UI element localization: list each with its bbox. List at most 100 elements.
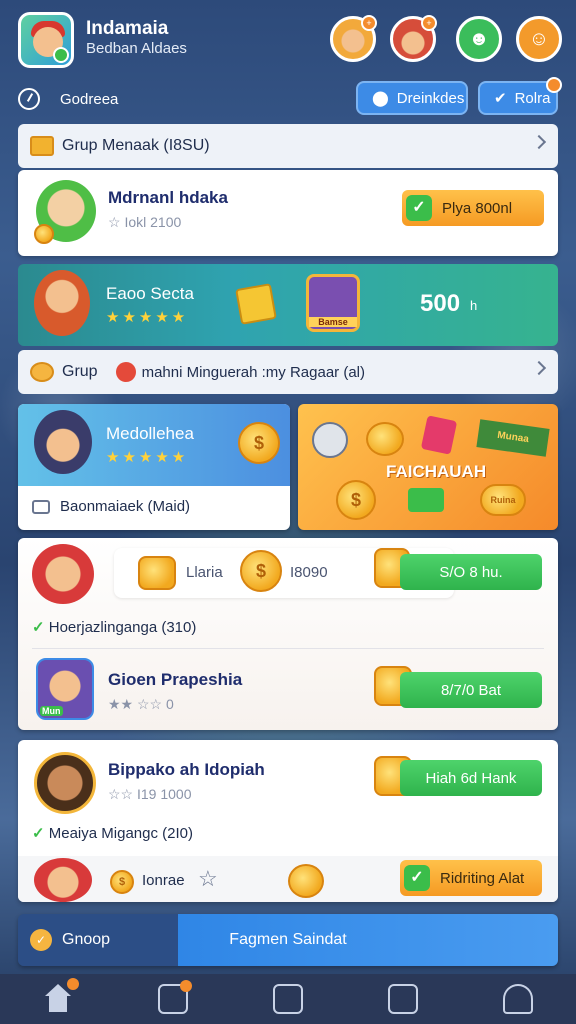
section-label: ✓ Hoerjazlinganga (310): [32, 618, 196, 636]
footer-left[interactable]: ✓ Gnoop: [18, 914, 178, 966]
group-label: Grup: [62, 363, 98, 380]
footer-left-label: Gnoop: [62, 931, 111, 948]
item-sub: ☆☆ I19 1000: [108, 786, 192, 802]
primary-action-button[interactable]: ⬤ Dreinkdes: [356, 81, 468, 115]
sun-coin-icon: $: [238, 422, 280, 464]
bottom-nav: [0, 974, 576, 1024]
item-name: Gioen Prapeshia: [108, 670, 243, 689]
notification-dot: [179, 980, 192, 992]
character-avatar: [34, 270, 90, 336]
character-avatar: [34, 752, 96, 814]
list-item[interactable]: Mdrnanl hdaka ☆ Iokl 2100 ✓ Plya 800nl: [18, 170, 558, 256]
profile-icon[interactable]: ☺: [516, 16, 562, 62]
tile-label: FAICHAUAH: [386, 462, 487, 481]
check-icon: ✓: [404, 865, 430, 891]
notification-dot: +: [361, 15, 377, 31]
item-name: Mdrnanl hdaka: [108, 188, 228, 207]
header: Indamaia Bedban Aldaes + + ☻ ☺: [0, 0, 576, 76]
play-button-label: Plya 800nl: [442, 199, 513, 217]
group-header-2[interactable]: Grup mahni Minguerah :my Ragaar (al): [18, 350, 558, 394]
app-icon[interactable]: [18, 12, 74, 68]
fire-icon: [115, 362, 136, 382]
box-icon: [32, 500, 50, 514]
folder-icon: [30, 136, 54, 156]
footer-center[interactable]: Fagmen Saindat: [178, 914, 558, 966]
drop-icon: ⬤: [372, 90, 389, 107]
check-icon: ✓: [32, 619, 49, 636]
claim-button[interactable]: Hiah 6d Hank: [400, 760, 542, 796]
tile-name: Medollehea: [106, 424, 194, 443]
check-icon: ✓: [32, 825, 49, 842]
footer-bar[interactable]: ✓ Gnoop Fagmen Saindat: [18, 914, 558, 966]
home-icon[interactable]: [43, 978, 79, 1014]
rating-stars: ★★★★★: [106, 449, 189, 466]
reward-value: I8090: [290, 564, 328, 581]
group-header-1[interactable]: Grup Menaak (I8SU): [18, 124, 558, 168]
banner-ribbon: Munaa: [476, 419, 550, 457]
ball-icon: [312, 422, 348, 458]
claim-button-label: 8/7/0 Bat: [440, 681, 502, 699]
friend-avatar-2[interactable]: +: [390, 15, 437, 62]
user-icon[interactable]: [503, 984, 534, 1014]
rewards-card: Llaria $ I8090 S/O 8 hu. ✓ Hoerjazlingan…: [18, 538, 558, 730]
primary-action-label: Dreinkdes: [396, 89, 465, 107]
play-button[interactable]: ✓ Plya 800nl: [402, 190, 544, 226]
secondary-action-button[interactable]: ✔ Rolra: [478, 77, 562, 115]
claim-button[interactable]: S/O 8 hu.: [400, 554, 542, 590]
claim-button-label: Hiah 6d Hank: [425, 769, 517, 787]
reward-button-label: Ridriting Alat: [440, 869, 525, 887]
check-icon: ✓: [30, 929, 52, 951]
notification-dot: [66, 978, 79, 990]
star-icon[interactable]: ☆: [198, 866, 218, 892]
item-sub: ☆ Iokl 2100: [108, 214, 182, 230]
status-row: Godreea: [18, 86, 118, 112]
notification-dot: [546, 77, 562, 93]
tile-footer: Baonmaiaek (Maid): [60, 498, 191, 515]
banner-name: Eaoo Secta: [106, 284, 194, 303]
group-detail: mahni Minguerah :my Ragaar (al): [141, 363, 366, 381]
tile-left[interactable]: Medollehea ★★★★★ $ Baonmaiaek (Maid): [18, 404, 290, 530]
chest-icon: [235, 283, 277, 325]
reward-label: Llaria: [186, 564, 223, 581]
clock-icon: [18, 88, 40, 110]
claim-button-label: S/O 8 hu.: [439, 563, 503, 581]
reward-label: Ionrae: [142, 872, 185, 889]
divider: [32, 648, 544, 649]
status-text: Godreea: [60, 90, 119, 108]
avatar-badge: Mun: [40, 706, 63, 716]
cash-icon: [408, 488, 444, 512]
friend-avatar-1[interactable]: +: [330, 15, 377, 62]
banner-unit: h: [470, 298, 478, 313]
tile-right[interactable]: Munaa FAICHAUAH $ Ruina: [298, 404, 558, 530]
music-card-icon: [420, 415, 458, 455]
section-text: Hoerjazlinganga (310): [48, 619, 197, 636]
banner-value: 500: [420, 290, 461, 317]
trophy-icon[interactable]: [388, 984, 419, 1014]
secondary-action-label: Rolra: [514, 89, 551, 107]
coin-icon: [34, 224, 54, 244]
group-label: Grup Menaak (I8SU): [62, 137, 210, 154]
footer-center-label: Fagmen Saindat: [229, 931, 347, 948]
check-icon: ✔: [494, 90, 507, 107]
claim-button[interactable]: 8/7/0 Bat: [400, 672, 542, 708]
reward-button[interactable]: ✓ Ridriting Alat: [400, 860, 542, 896]
app-title: Indamaia: [86, 18, 169, 39]
character-avatar: [32, 544, 94, 604]
notification-dot: +: [421, 15, 437, 31]
rating-stars: ★★★★★: [106, 309, 189, 326]
wallet-icon[interactable]: [157, 980, 192, 1014]
card-badge: Bamse: [309, 317, 357, 327]
rewards-card: Bippako ah Idopiah ☆☆ I19 1000 Hiah 6d H…: [18, 740, 558, 902]
chat-icon[interactable]: ☻: [456, 16, 502, 62]
character-avatar: [34, 410, 92, 474]
chevron-right-icon: [531, 360, 547, 376]
section-label: ✓ Meaiya Migangc (2I0): [32, 824, 193, 842]
coin-icon: $: [336, 480, 376, 520]
character-avatar: [34, 858, 92, 902]
calendar-icon[interactable]: [272, 984, 303, 1014]
item-sub: ★★ ☆☆ 0: [108, 696, 174, 712]
featured-banner[interactable]: Eaoo Secta ★★★★★ Bamse 500 h: [18, 264, 558, 346]
ruby-coin: Ruina: [480, 484, 526, 516]
check-icon: ✓: [406, 195, 432, 221]
coin-icon: [288, 864, 324, 898]
